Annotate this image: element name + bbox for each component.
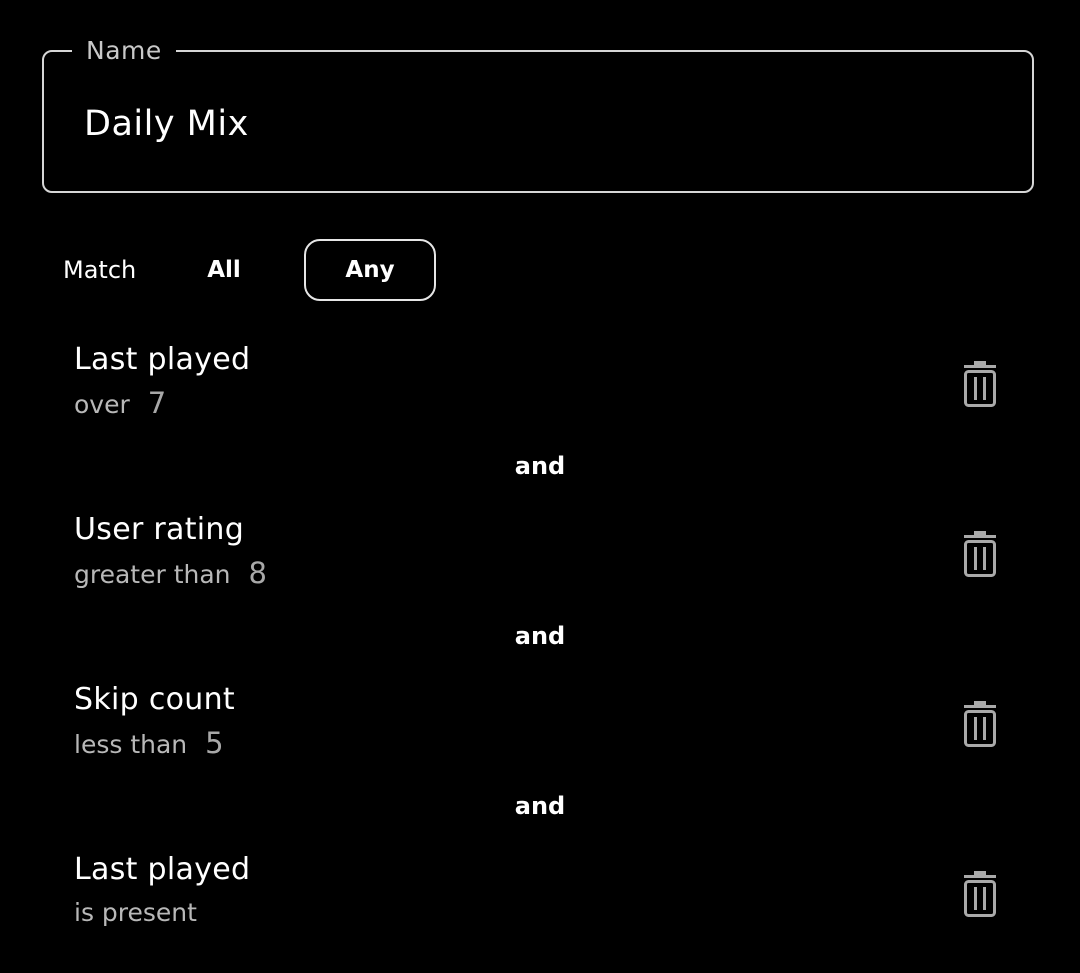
match-option-all[interactable]: All (190, 239, 258, 301)
name-field-value[interactable]: Daily Mix (84, 102, 249, 146)
name-field-label: Name (72, 34, 176, 68)
rule-value: 8 (248, 556, 267, 590)
rule-operator: is present (74, 898, 197, 927)
rule-value: 7 (147, 386, 167, 420)
rule-item[interactable]: Last played over 7 (0, 340, 1080, 435)
rule-field: Last played (74, 342, 251, 377)
rule-connector: and (514, 622, 566, 650)
rule-field: Skip count (74, 682, 235, 717)
match-option-any[interactable]: Any (304, 239, 436, 301)
match-selector: Match All Any (0, 239, 1080, 301)
rule-item[interactable]: User rating greater than 8 (0, 510, 1080, 605)
rule-field: Last played (74, 852, 251, 887)
rule-operator: over (74, 390, 130, 419)
rule-item[interactable]: Skip count less than 5 (0, 680, 1080, 775)
match-label: Match (63, 256, 137, 284)
rule-condition: less than 5 (74, 726, 224, 762)
rule-value: 5 (205, 726, 224, 760)
rule-item[interactable]: Last played is present (0, 850, 1080, 945)
rule-field: User rating (74, 512, 245, 547)
rule-condition: over 7 (74, 386, 166, 422)
rule-condition: greater than 8 (74, 556, 267, 592)
rule-operator: greater than (74, 560, 231, 589)
rule-connector: and (514, 792, 566, 820)
trash-icon[interactable] (958, 870, 1002, 918)
trash-icon[interactable] (958, 360, 1002, 408)
rule-connector: and (514, 452, 566, 480)
rule-condition: is present (74, 896, 197, 930)
rule-operator: less than (74, 730, 188, 759)
name-field[interactable]: Name Daily Mix (42, 34, 1034, 193)
trash-icon[interactable] (958, 530, 1002, 578)
trash-icon[interactable] (958, 700, 1002, 748)
